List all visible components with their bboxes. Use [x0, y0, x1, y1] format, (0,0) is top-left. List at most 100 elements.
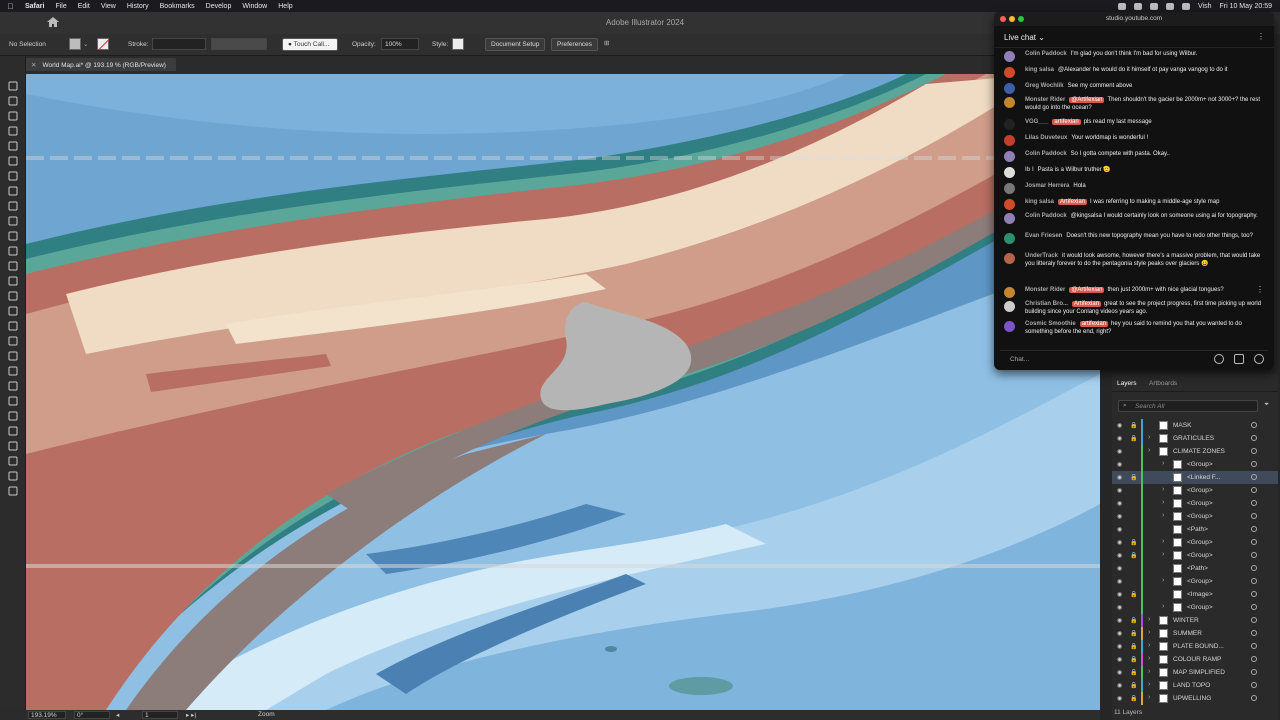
- layer-row[interactable]: ◉ <Path>: [1112, 562, 1278, 575]
- chevron-right-icon[interactable]: ›: [1162, 512, 1164, 519]
- target-icon[interactable]: [1251, 578, 1257, 584]
- message-author[interactable]: Greg Wochlik: [1025, 83, 1064, 89]
- chat-message[interactable]: Christian Bro... Artifexian great to see t…: [1004, 300, 1262, 316]
- avatar[interactable]: [1004, 199, 1015, 210]
- eye-icon[interactable]: ◉: [1117, 630, 1124, 637]
- scale-tool-icon[interactable]: [7, 273, 19, 286]
- user-name[interactable]: Vish: [1198, 3, 1212, 10]
- avatar[interactable]: [1004, 233, 1015, 244]
- layer-name[interactable]: MAP SIMPLIFIED: [1173, 669, 1225, 676]
- next-artboard-icon[interactable]: ▸ ▸|: [186, 711, 196, 719]
- message-author[interactable]: Colin Paddock: [1025, 151, 1067, 157]
- avatar[interactable]: [1004, 213, 1015, 224]
- target-icon[interactable]: [1251, 422, 1257, 428]
- menu-edit[interactable]: Edit: [78, 3, 90, 10]
- status-icon[interactable]: [1149, 2, 1158, 10]
- layer-name[interactable]: <Group>: [1187, 604, 1213, 611]
- target-icon[interactable]: [1251, 643, 1257, 649]
- eye-icon[interactable]: ◉: [1117, 513, 1124, 520]
- menu-app[interactable]: Safari: [25, 3, 44, 10]
- message-author[interactable]: UnderTrack: [1025, 253, 1058, 259]
- layer-row[interactable]: ◉ 🔒 MASK: [1112, 419, 1278, 432]
- chevron-right-icon[interactable]: ›: [1148, 447, 1150, 454]
- more-options-icon[interactable]: ⋮: [1257, 32, 1265, 41]
- pencil-icon[interactable]: [7, 228, 19, 241]
- layer-row[interactable]: ◉ 🔒 › <Group>: [1112, 536, 1278, 549]
- chevron-right-icon[interactable]: ›: [1162, 577, 1164, 584]
- blend-tool-icon[interactable]: [7, 393, 19, 406]
- eye-icon[interactable]: ◉: [1117, 656, 1124, 663]
- layers-search-input[interactable]: ⌕ Search All: [1118, 400, 1258, 412]
- arrange-icon[interactable]: ⊞: [604, 39, 609, 47]
- eye-icon[interactable]: ◉: [1117, 552, 1124, 559]
- chat-mode-dropdown[interactable]: Live chat ⌄: [1004, 33, 1045, 42]
- layer-row[interactable]: ◉ › <Group>: [1112, 601, 1278, 614]
- shape-builder-icon[interactable]: [7, 318, 19, 331]
- layer-row[interactable]: ◉ 🔒 › MAP SIMPLIFIED: [1112, 666, 1278, 679]
- control-center-icon[interactable]: [1181, 2, 1190, 10]
- menu-history[interactable]: History: [127, 3, 149, 10]
- lock-icon[interactable]: 🔒: [1130, 630, 1137, 637]
- eye-icon[interactable]: ◉: [1117, 474, 1124, 481]
- filter-icon[interactable]: ⏷: [1264, 401, 1269, 409]
- avatar[interactable]: [1004, 321, 1015, 332]
- rectangle-tool-icon[interactable]: [7, 198, 19, 211]
- message-author[interactable]: Colin Paddock: [1025, 213, 1067, 219]
- chat-input[interactable]: Chat...: [1000, 350, 1268, 366]
- layer-name[interactable]: <Linked F...: [1187, 474, 1220, 481]
- target-icon[interactable]: [1251, 500, 1257, 506]
- chat-message[interactable]: Evan Friesen Doesn't this new topography …: [1004, 232, 1262, 244]
- layer-name[interactable]: <Group>: [1187, 500, 1213, 507]
- chat-message[interactable]: king salsa @Alexander he would do it hims…: [1004, 66, 1262, 78]
- lock-icon[interactable]: 🔒: [1130, 656, 1137, 663]
- lock-icon[interactable]: 🔒: [1130, 552, 1137, 559]
- avatar[interactable]: [1004, 135, 1015, 146]
- rotation-field[interactable]: 0°: [74, 711, 110, 719]
- message-author[interactable]: king salsa: [1025, 67, 1054, 73]
- layer-row[interactable]: ◉ › CLIMATE ZONES: [1112, 445, 1278, 458]
- lock-icon[interactable]: 🔒: [1130, 643, 1137, 650]
- eye-icon[interactable]: ◉: [1117, 526, 1124, 533]
- message-author[interactable]: Evan Friesen: [1025, 233, 1062, 239]
- eye-icon[interactable]: ◉: [1117, 422, 1124, 429]
- menu-view[interactable]: View: [101, 3, 116, 10]
- target-icon[interactable]: [1251, 448, 1257, 454]
- type-tool-icon[interactable]: [7, 168, 19, 181]
- direct-selection-tool-icon[interactable]: [7, 93, 19, 106]
- target-icon[interactable]: [1251, 604, 1257, 610]
- chevron-right-icon[interactable]: ›: [1148, 655, 1150, 662]
- message-author[interactable]: king salsa: [1025, 199, 1054, 205]
- paintbrush-icon[interactable]: [7, 213, 19, 226]
- layer-name[interactable]: <Group>: [1187, 487, 1213, 494]
- lock-icon[interactable]: 🔒: [1130, 474, 1137, 481]
- layer-name[interactable]: <Group>: [1187, 539, 1213, 546]
- layer-name[interactable]: <Path>: [1187, 526, 1208, 533]
- chevron-right-icon[interactable]: ›: [1148, 629, 1150, 636]
- document-setup-button[interactable]: Document Setup: [485, 38, 546, 51]
- target-icon[interactable]: [1251, 513, 1257, 519]
- layer-row[interactable]: ◉ 🔒 <Image>: [1112, 588, 1278, 601]
- layer-row[interactable]: ◉ › <Group>: [1112, 497, 1278, 510]
- emoji-icon[interactable]: [1214, 354, 1224, 364]
- status-icon[interactable]: [1133, 2, 1142, 10]
- target-icon[interactable]: [1251, 669, 1257, 675]
- clock[interactable]: Fri 10 May 20:59: [1219, 3, 1272, 10]
- lock-icon[interactable]: 🔒: [1130, 669, 1137, 676]
- chat-message[interactable]: Josmar Herrera Hola: [1004, 182, 1262, 194]
- graph-tool-icon[interactable]: [7, 423, 19, 436]
- target-icon[interactable]: [1251, 539, 1257, 545]
- chevron-right-icon[interactable]: ›: [1162, 551, 1164, 558]
- lock-icon[interactable]: 🔒: [1130, 435, 1137, 442]
- layer-name[interactable]: CLIMATE ZONES: [1173, 448, 1225, 455]
- eye-icon[interactable]: ◉: [1117, 487, 1124, 494]
- layer-row[interactable]: ◉ 🔒 › GRATICULES: [1112, 432, 1278, 445]
- chevron-right-icon[interactable]: ›: [1162, 460, 1164, 467]
- wifi-icon[interactable]: [1165, 2, 1174, 10]
- tab-layers[interactable]: Layers: [1117, 380, 1137, 387]
- chat-message[interactable]: Colin Paddock So I gotta compete with pas…: [1004, 150, 1262, 162]
- layer-row[interactable]: ◉ 🔒 › SUMMER: [1112, 627, 1278, 640]
- layer-name[interactable]: UPWELLING: [1173, 695, 1211, 702]
- artboard-field[interactable]: 1: [142, 711, 178, 719]
- avatar[interactable]: [1004, 287, 1015, 298]
- stroke-swatch[interactable]: [97, 38, 109, 50]
